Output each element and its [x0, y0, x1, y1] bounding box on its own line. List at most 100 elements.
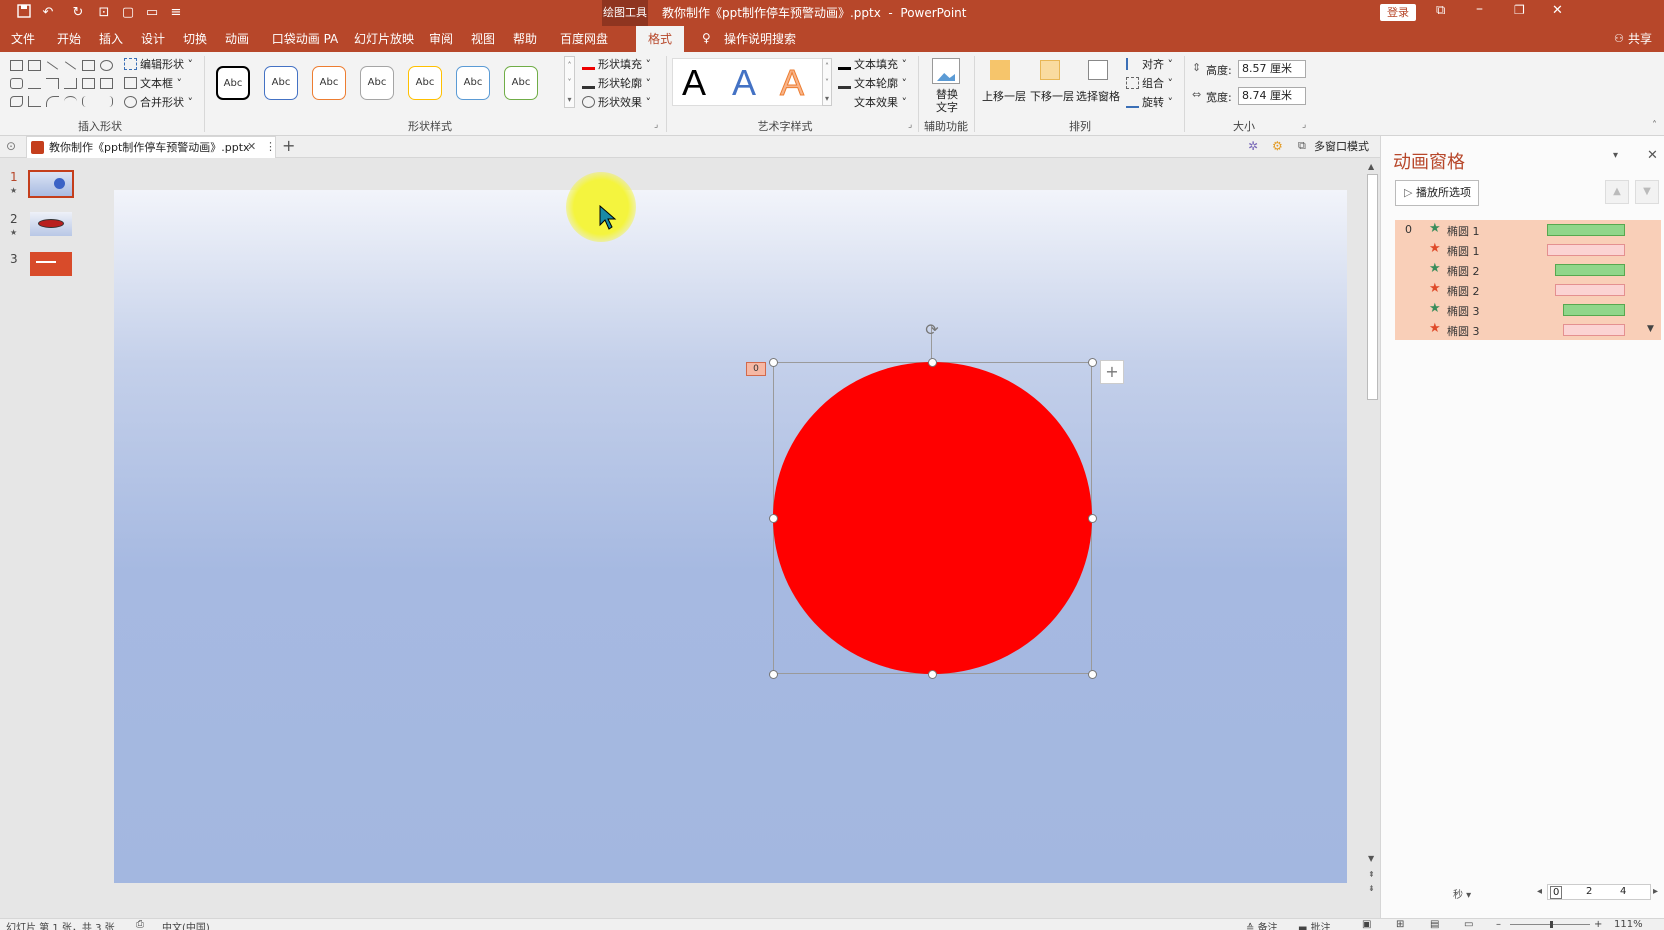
- collapse-ribbon-icon[interactable]: ˄: [1652, 120, 1657, 131]
- bring-forward-icon[interactable]: [990, 60, 1010, 80]
- selection-pane-button[interactable]: 选择窗格: [1076, 88, 1120, 104]
- layout-options-icon[interactable]: +: [1100, 360, 1124, 384]
- open-file-icon[interactable]: ▭: [142, 4, 162, 22]
- left-brace-shape-icon[interactable]: [82, 96, 95, 107]
- spellcheck-icon[interactable]: ⎙: [136, 919, 144, 930]
- play-selected-button[interactable]: ▷ 播放所选项: [1395, 180, 1479, 206]
- reading-view-icon[interactable]: ▤: [1430, 919, 1439, 930]
- vertical-scrollbar[interactable]: ▲ ▼ ⇞ ⇟: [1366, 158, 1380, 918]
- restore-icon[interactable]: ❐: [1514, 3, 1525, 17]
- send-backward-button[interactable]: 下移一层: [1030, 88, 1074, 104]
- animation-item[interactable]: ★ 椭圆 2: [1395, 280, 1661, 300]
- item-dropdown-icon[interactable]: ▼: [1647, 324, 1654, 334]
- close-pane-icon[interactable]: ✕: [1647, 148, 1658, 163]
- resize-handle[interactable]: [769, 358, 778, 367]
- normal-view-icon[interactable]: ▣: [1362, 919, 1371, 930]
- tab-list-icon[interactable]: ⊙: [6, 139, 16, 153]
- pane-options-icon[interactable]: ▾: [1613, 150, 1618, 161]
- alt-text-button[interactable]: 替换 文字: [932, 88, 962, 114]
- rectangle-shape-icon[interactable]: [82, 60, 95, 71]
- multi-window-button[interactable]: 多窗口模式: [1314, 136, 1369, 158]
- down-arrow-shape-icon[interactable]: [100, 78, 113, 89]
- new-tab-icon[interactable]: +: [282, 136, 295, 155]
- shape-outline-button[interactable]: 形状轮廓 ˅: [582, 75, 651, 91]
- tab-format[interactable]: 格式: [636, 26, 684, 52]
- selection-pane-icon[interactable]: [1088, 60, 1108, 80]
- shape-style-swatch[interactable]: Abc: [312, 66, 346, 100]
- timeline-bar[interactable]: [1547, 224, 1625, 236]
- wordart-style-orange[interactable]: A: [779, 62, 804, 104]
- dialog-launcher-icon[interactable]: ⌟: [654, 120, 658, 130]
- redo-icon[interactable]: ↻: [68, 4, 88, 22]
- zoom-in-icon[interactable]: +: [1594, 919, 1602, 930]
- scribble-shape-icon[interactable]: [28, 96, 41, 107]
- settings-icon[interactable]: ⚙: [1272, 139, 1283, 153]
- timeline-bar[interactable]: [1555, 264, 1625, 276]
- curve-shape-icon[interactable]: [64, 96, 77, 107]
- shape-style-swatch[interactable]: Abc: [264, 66, 298, 100]
- tell-me-search[interactable]: 操作说明搜索: [724, 26, 796, 52]
- wordart-gallery-scroll[interactable]: ˄ ˅ ▾: [822, 58, 832, 106]
- send-backward-icon[interactable]: [1040, 60, 1060, 80]
- text-outline-button[interactable]: 文本轮廓 ˅: [838, 75, 907, 91]
- start-slideshow-icon[interactable]: ⊡: [94, 4, 114, 22]
- tab-insert[interactable]: 插入: [92, 26, 130, 52]
- zoom-slider-thumb[interactable]: [1550, 921, 1554, 928]
- text-fill-button[interactable]: 文本填充 ˅: [838, 56, 907, 72]
- comments-button[interactable]: ▬ 批注: [1298, 919, 1331, 930]
- tab-baidu-netdisk[interactable]: 百度网盘: [552, 26, 616, 52]
- save-icon[interactable]: [14, 4, 34, 22]
- tab-review[interactable]: 审阅: [422, 26, 460, 52]
- move-down-icon[interactable]: ▼: [1635, 180, 1659, 204]
- text-box-button[interactable]: 文本框 ˅: [124, 75, 182, 91]
- scroll-up-icon[interactable]: ▲: [1368, 162, 1374, 171]
- curved-connector-shape-icon[interactable]: [64, 78, 77, 89]
- tab-animations[interactable]: 动画: [218, 26, 256, 52]
- zoom-out-icon[interactable]: –: [1496, 919, 1501, 930]
- wordart-style-black[interactable]: A: [682, 62, 706, 104]
- rounded-rect-shape-icon[interactable]: [10, 78, 23, 89]
- document-tab[interactable]: 教你制作《ppt制作停车预警动画》.pptx ✕ ⋮: [26, 136, 276, 158]
- animation-item[interactable]: ★ 椭圆 2: [1395, 260, 1661, 280]
- new-file-icon[interactable]: ▢: [118, 4, 138, 22]
- elbow-connector-shape-icon[interactable]: [46, 78, 59, 89]
- textbox-shape-icon[interactable]: [10, 60, 23, 71]
- right-brace-shape-icon[interactable]: [100, 96, 113, 107]
- vertical-textbox-shape-icon[interactable]: [28, 60, 41, 71]
- triangle-shape-icon[interactable]: [28, 78, 41, 89]
- dialog-launcher-icon[interactable]: ⌟: [908, 120, 912, 130]
- tab-help[interactable]: 帮助: [506, 26, 544, 52]
- tab-transitions[interactable]: 切换: [176, 26, 214, 52]
- shape-styles-gallery-scroll[interactable]: ˄ ˅ ▾: [564, 56, 575, 108]
- scroll-down-icon[interactable]: ▼: [1368, 854, 1374, 863]
- timeline-scroll-right-icon[interactable]: ▸: [1653, 886, 1658, 897]
- slide-canvas[interactable]: ⟳ 0 +: [114, 190, 1347, 883]
- close-window-icon[interactable]: ✕: [1552, 3, 1563, 18]
- pin-icon[interactable]: ✲: [1248, 139, 1258, 153]
- tab-home[interactable]: 开始: [50, 26, 88, 52]
- rotate-handle-icon[interactable]: ⟳: [922, 320, 942, 340]
- alt-text-icon[interactable]: [932, 58, 960, 84]
- login-button[interactable]: 登录: [1380, 4, 1416, 21]
- arc-shape-icon[interactable]: [46, 96, 59, 107]
- red-circle-shape[interactable]: [773, 362, 1092, 674]
- animation-item[interactable]: ★ 椭圆 1: [1395, 240, 1661, 260]
- shape-style-swatch[interactable]: Abc: [456, 66, 490, 100]
- shape-fill-button[interactable]: 形状填充 ˅: [582, 56, 651, 72]
- shape-style-swatch[interactable]: Abc: [216, 66, 250, 100]
- timeline-bar[interactable]: [1563, 324, 1625, 336]
- align-button[interactable]: 对齐 ˅: [1126, 56, 1173, 72]
- slideshow-view-icon[interactable]: ▭: [1464, 919, 1473, 930]
- tab-slideshow[interactable]: 幻灯片放映: [352, 26, 416, 52]
- shape-style-swatch[interactable]: Abc: [360, 66, 394, 100]
- oval-shape-icon[interactable]: [100, 60, 113, 71]
- slide-thumbnail-1[interactable]: [28, 170, 74, 198]
- dialog-launcher-icon[interactable]: ⌟: [1302, 120, 1306, 130]
- timeline-bar[interactable]: [1555, 284, 1625, 296]
- freeform-shape-icon[interactable]: [10, 96, 23, 107]
- minimize-icon[interactable]: –: [1476, 1, 1483, 17]
- slide-thumbnail-3[interactable]: [30, 252, 72, 276]
- merge-shapes-button[interactable]: 合并形状 ˅: [124, 94, 193, 110]
- resize-handle[interactable]: [769, 514, 778, 523]
- resize-handle[interactable]: [769, 670, 778, 679]
